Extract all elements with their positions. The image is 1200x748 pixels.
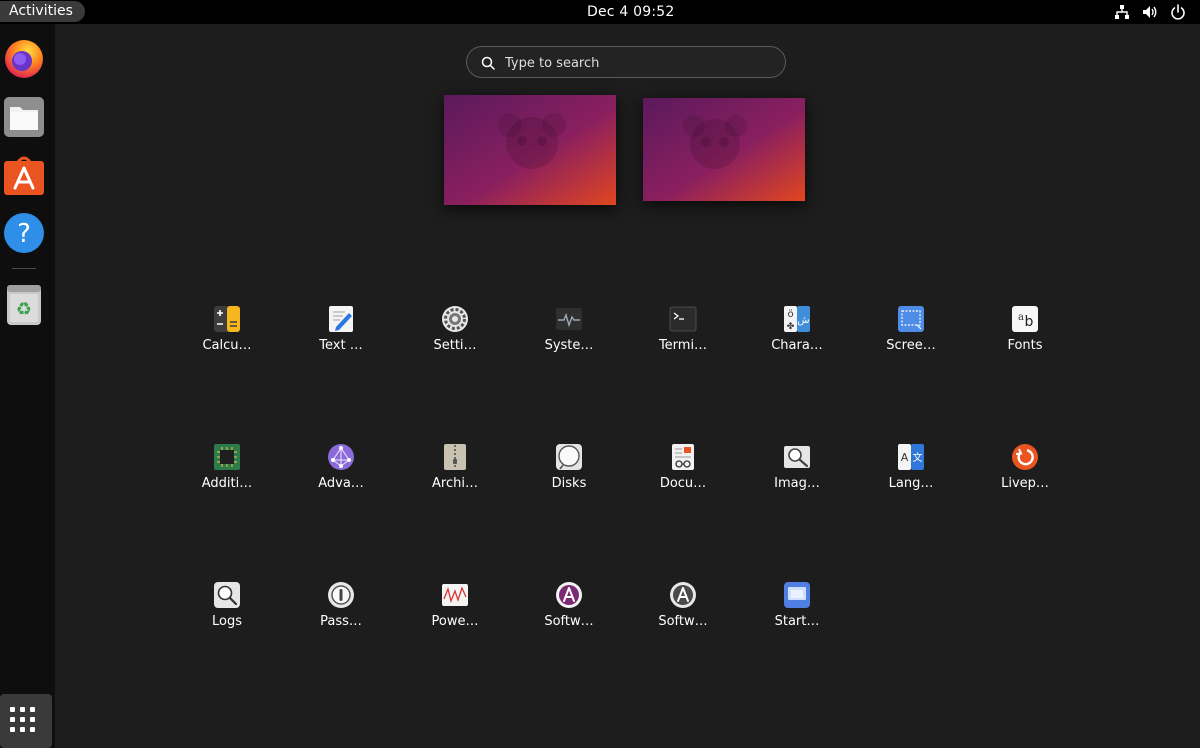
- startup-disk-icon: [783, 581, 811, 609]
- files-icon[interactable]: [3, 96, 45, 138]
- system-monitor-icon: [555, 305, 583, 333]
- app-label: Imag…: [774, 476, 820, 491]
- app-tile-logs[interactable]: Logs: [172, 578, 282, 656]
- app-tile-passwords-keys[interactable]: Pass…: [286, 578, 396, 656]
- svg-text:✤: ✤: [787, 322, 795, 332]
- app-label: Chara…: [771, 338, 823, 353]
- passwords-keys-icon: [327, 581, 355, 609]
- software-properties-icon: [669, 581, 697, 609]
- app-tile-advanced-network[interactable]: Adva…: [286, 440, 396, 518]
- power-icon[interactable]: [1170, 4, 1186, 20]
- system-tray[interactable]: [1114, 4, 1186, 20]
- search-input[interactable]: [503, 47, 777, 79]
- app-tile-livepatch[interactable]: Livep…: [970, 440, 1080, 518]
- volume-icon[interactable]: [1142, 4, 1158, 20]
- document-viewer-icon: [669, 443, 697, 471]
- top-bar: Activities Dec 4 09:52: [0, 0, 1200, 24]
- disks-icon: [555, 443, 583, 471]
- app-label: Softw…: [544, 614, 594, 629]
- trash-icon[interactable]: ♻: [3, 284, 45, 326]
- dock-separator: [12, 268, 36, 269]
- svg-text:a: a: [1018, 312, 1024, 323]
- app-label: Additi…: [201, 476, 253, 491]
- search-bar[interactable]: [466, 46, 786, 79]
- app-tile-terminal[interactable]: Termi…: [628, 302, 738, 380]
- settings-gear-icon: [441, 305, 469, 333]
- app-label: Pass…: [320, 614, 362, 629]
- livepatch-icon: [1011, 443, 1039, 471]
- app-tile-settings[interactable]: Setti…: [400, 302, 510, 380]
- power-statistics-icon: [441, 581, 469, 609]
- app-tile-power-statistics[interactable]: Powe…: [400, 578, 510, 656]
- search-icon: [481, 56, 495, 70]
- workspace-thumbnail-2[interactable]: [643, 98, 805, 201]
- app-label: Calcu…: [202, 338, 252, 353]
- app-tile-software-properties[interactable]: Softw…: [628, 578, 738, 656]
- app-tile-calculator[interactable]: Calcu…: [172, 302, 282, 380]
- app-label: Scree…: [886, 338, 936, 353]
- app-label: Disks: [551, 476, 587, 491]
- svg-text:?: ?: [17, 219, 31, 249]
- svg-text:A: A: [901, 451, 909, 464]
- svg-text:文: 文: [913, 451, 923, 464]
- app-label: Softw…: [658, 614, 708, 629]
- svg-text:♻: ♻: [16, 299, 32, 320]
- app-label: Fonts: [1007, 338, 1043, 353]
- app-tile-software-updater[interactable]: Softw…: [514, 578, 624, 656]
- app-tile-language-support[interactable]: A 文 Lang…: [856, 440, 966, 518]
- software-updater-icon: [555, 581, 583, 609]
- app-center-icon[interactable]: [3, 154, 45, 196]
- characters-icon: ö ✤ ش: [783, 305, 811, 333]
- app-label: Text …: [319, 338, 363, 353]
- image-viewer-icon: [783, 443, 811, 471]
- app-tile-screenshot[interactable]: Scree…: [856, 302, 966, 380]
- additional-drivers-icon: [213, 443, 241, 471]
- logs-icon: [213, 581, 241, 609]
- app-tile-disks[interactable]: Disks: [514, 440, 624, 518]
- app-label: Termi…: [658, 338, 708, 353]
- advanced-network-icon: [327, 443, 355, 471]
- app-tile-characters[interactable]: ö ✤ ش Chara…: [742, 302, 852, 380]
- show-apps-button[interactable]: [0, 694, 52, 748]
- fonts-icon: a b: [1011, 305, 1039, 333]
- workspace-thumbnail-1[interactable]: [444, 95, 616, 205]
- archive-manager-icon: [441, 443, 469, 471]
- app-label: Docu…: [659, 476, 707, 491]
- svg-text:ش: ش: [797, 315, 809, 326]
- app-tile-archive-manager[interactable]: Archi…: [400, 440, 510, 518]
- help-icon[interactable]: ?: [3, 212, 45, 254]
- app-tile-additional-drivers[interactable]: Additi…: [172, 440, 282, 518]
- app-tile-startup-disk[interactable]: Start…: [742, 578, 852, 656]
- app-tile-document-viewer[interactable]: Docu…: [628, 440, 738, 518]
- terminal-icon: [669, 305, 697, 333]
- language-support-icon: A 文: [897, 443, 925, 471]
- svg-text:b: b: [1025, 314, 1034, 330]
- app-label: Logs: [212, 614, 242, 629]
- network-icon[interactable]: [1114, 4, 1130, 20]
- grid-icon: [10, 707, 35, 732]
- app-label: Start…: [774, 614, 820, 629]
- app-tile-fonts[interactable]: a b Fonts: [970, 302, 1080, 380]
- app-label: Archi…: [432, 476, 478, 491]
- app-tile-image-viewer[interactable]: Imag…: [742, 440, 852, 518]
- app-label: Powe…: [431, 614, 479, 629]
- app-label: Adva…: [318, 476, 364, 491]
- app-tile-text-editor[interactable]: Text …: [286, 302, 396, 380]
- clock-date-time[interactable]: Dec 4 09:52: [587, 0, 674, 24]
- activities-button[interactable]: Activities: [0, 1, 85, 22]
- text-editor-icon: [327, 305, 355, 333]
- app-label: Lang…: [888, 476, 934, 491]
- firefox-icon[interactable]: [3, 37, 45, 79]
- app-label: Setti…: [433, 338, 477, 353]
- calculator-icon: [213, 305, 241, 333]
- dock: ? ♻: [0, 24, 55, 748]
- screenshot-icon: [897, 305, 925, 333]
- app-label: Syste…: [544, 338, 594, 353]
- svg-text:ö: ö: [787, 309, 793, 320]
- app-tile-system-monitor[interactable]: Syste…: [514, 302, 624, 380]
- app-label: Livep…: [1001, 476, 1049, 491]
